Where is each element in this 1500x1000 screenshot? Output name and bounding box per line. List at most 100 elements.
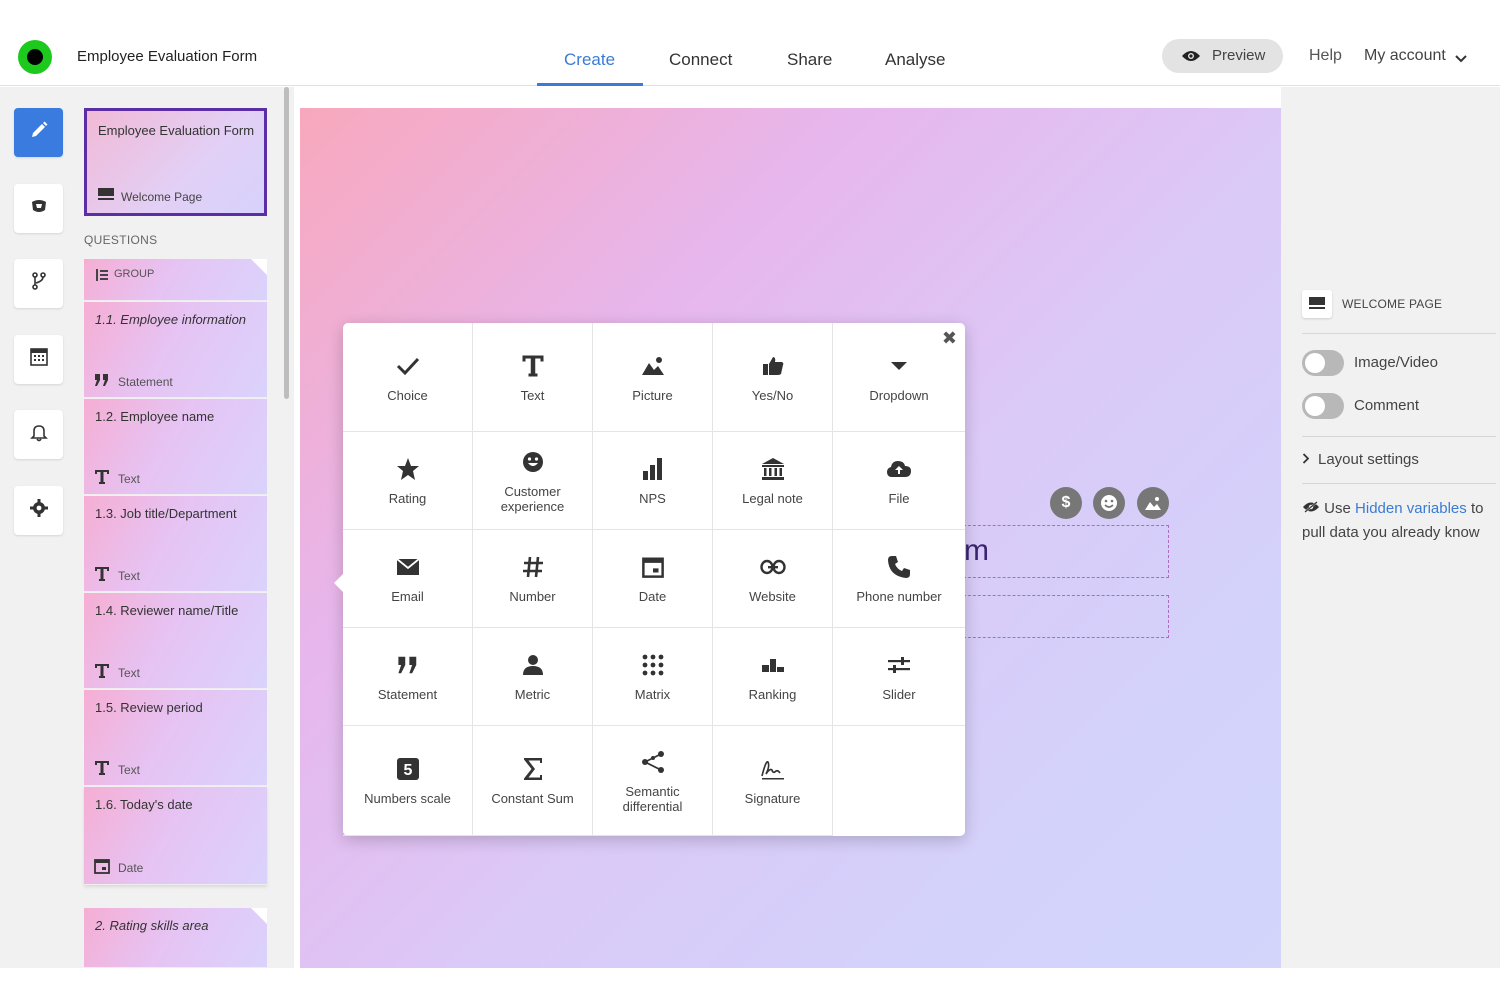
question-card[interactable]: 1.1. Employee information Statement <box>84 302 267 398</box>
welcome-page-icon <box>1302 290 1332 318</box>
question-type-number[interactable]: Number <box>473 530 593 628</box>
question-type-email[interactable]: Email <box>343 530 473 628</box>
tab-analyse[interactable]: Analyse <box>885 50 945 70</box>
question-type-label: Picture <box>632 387 673 403</box>
question-type: Text <box>118 472 141 486</box>
question-type-phone-number[interactable]: Phone number <box>833 530 965 628</box>
question-type-label: Rating <box>388 491 427 506</box>
question-type-legal-note[interactable]: Legal note <box>713 432 833 530</box>
question-type-customer-experience[interactable]: Customer experience <box>473 432 593 530</box>
question-type-label: Choice <box>387 387 428 403</box>
image-video-label: Image/Video <box>1354 354 1438 371</box>
tab-connect[interactable]: Connect <box>669 50 732 70</box>
image-video-toggle[interactable] <box>1302 350 1344 376</box>
question-type-label: Website <box>749 589 796 604</box>
quote-icon <box>397 651 419 679</box>
question-type-label: Number <box>509 589 556 604</box>
dropdown-icon <box>889 352 909 380</box>
logic-tool-button[interactable] <box>14 259 63 308</box>
question-type-label: Metric <box>514 687 551 702</box>
settings-tool-button[interactable] <box>14 486 63 535</box>
question-type-label: Statement <box>377 687 438 702</box>
comment-toggle[interactable] <box>1302 393 1344 419</box>
image-icon[interactable] <box>1137 487 1169 519</box>
tab-share[interactable]: Share <box>787 50 832 70</box>
divider <box>1302 436 1496 437</box>
text-icon <box>521 352 545 380</box>
sidebar-scrollbar[interactable] <box>284 87 289 399</box>
layout-settings-label: Layout settings <box>1318 451 1419 468</box>
slider-icon <box>887 651 911 679</box>
question-type-signature[interactable]: Signature <box>713 726 833 836</box>
chevron-down-icon[interactable] <box>1455 51 1467 69</box>
question-type-file[interactable]: File <box>833 432 965 530</box>
cloud-upload-icon <box>886 455 912 483</box>
question-type-label: Phone number <box>856 589 942 604</box>
question-type-statement[interactable]: Statement <box>343 628 473 726</box>
question-card[interactable]: 1.4. Reviewer name/Title Text <box>84 593 267 689</box>
question-card[interactable]: 1.6. Today's date Date <box>84 787 267 885</box>
question-type-choice[interactable]: Choice <box>343 323 473 432</box>
question-card[interactable]: 1.2. Employee name Text <box>84 399 267 495</box>
comment-label: Comment <box>1354 397 1420 414</box>
welcome-page-card[interactable]: Employee Evaluation Form Welcome Page <box>84 108 267 216</box>
question-type-rating[interactable]: Rating <box>343 432 473 530</box>
question-card[interactable]: 1.5. Review period Text <box>84 690 267 786</box>
questions-header: QUESTIONS <box>84 233 158 247</box>
question-type-numbers-scale[interactable]: 5 Numbers scale <box>343 726 473 836</box>
question-type-slider[interactable]: Slider <box>833 628 965 726</box>
question-type-metric[interactable]: Metric <box>473 628 593 726</box>
active-tab-indicator <box>537 83 643 86</box>
eye-slash-icon <box>1302 500 1320 517</box>
subtitle-field[interactable] <box>958 595 1169 638</box>
question-type-nps[interactable]: NPS <box>593 432 713 530</box>
group-label: GROUP <box>114 268 155 280</box>
edit-tool-button[interactable] <box>14 108 63 157</box>
title-field[interactable] <box>958 525 1169 578</box>
question-type-constant-sum[interactable]: Constant Sum <box>473 726 593 836</box>
question-type-label: NPS <box>639 491 666 506</box>
question-type-website[interactable]: Website <box>713 530 833 628</box>
close-icon[interactable]: ✖ <box>942 329 957 347</box>
question-type-date[interactable]: Date <box>593 530 713 628</box>
text-icon <box>94 663 110 684</box>
my-account-menu[interactable]: My account <box>1364 47 1446 65</box>
layout-settings-toggle[interactable]: Layout settings <box>1302 451 1419 468</box>
question-type-ranking[interactable]: Ranking <box>713 628 833 726</box>
logo-icon[interactable] <box>18 40 52 74</box>
notifications-tool-button[interactable] <box>14 410 63 459</box>
smiley-icon[interactable] <box>1093 487 1125 519</box>
question-title: 1.1. Employee information <box>95 312 247 327</box>
tab-create[interactable]: Create <box>564 50 615 70</box>
question-type-picture[interactable]: Picture <box>593 323 713 432</box>
question-type-label: Numbers scale <box>364 791 451 806</box>
help-link[interactable]: Help <box>1309 47 1342 65</box>
question-type: Text <box>118 666 141 680</box>
form-title: Employee Evaluation Form <box>77 48 258 65</box>
group-icon <box>96 268 108 286</box>
phone-icon <box>887 553 911 581</box>
question-type-yes-no[interactable]: Yes/No <box>713 323 833 432</box>
question-type-semantic-differential[interactable]: Semantic differential <box>593 726 713 836</box>
app-root: Employee Evaluation Form Create Connect … <box>0 0 1500 1000</box>
question-card[interactable]: 1.3. Job title/Department Text <box>84 496 267 592</box>
calculator-icon <box>29 347 49 372</box>
welcome-card-title: Employee Evaluation Form <box>98 123 255 138</box>
question-type-matrix[interactable]: Matrix <box>593 628 713 726</box>
preview-button[interactable]: Preview <box>1162 39 1283 73</box>
calculator-tool-button[interactable] <box>14 335 63 384</box>
question-type-label: Semantic differential <box>622 783 683 814</box>
sigma-icon <box>522 755 544 783</box>
question-card[interactable]: 2. Rating skills area <box>84 908 267 968</box>
question-title: 2. Rating skills area <box>95 918 209 933</box>
dots-grid-icon <box>642 651 664 679</box>
hidden-variables-link[interactable]: Hidden variables <box>1355 500 1467 517</box>
divider <box>1302 483 1496 484</box>
question-type-text[interactable]: Text <box>473 323 593 432</box>
group-card[interactable]: GROUP <box>84 259 267 301</box>
question-type-grid: Choice Text Picture Yes/No Dropdown Rati… <box>343 323 965 836</box>
dollar-icon[interactable]: $ <box>1050 487 1082 519</box>
card-fold <box>251 908 267 924</box>
hidden-note-prefix: Use <box>1324 500 1351 517</box>
theme-tool-button[interactable] <box>14 184 63 233</box>
